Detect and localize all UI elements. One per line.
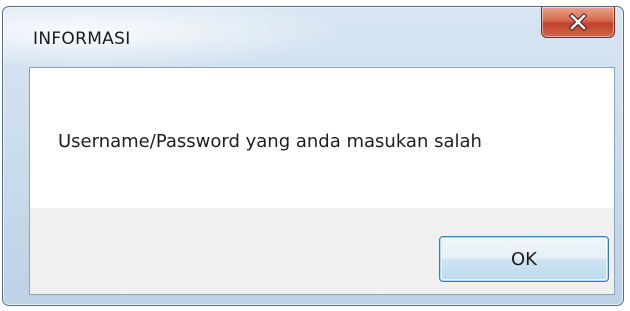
- dialog-window: INFORMASI Username/Password yang anda ma…: [2, 6, 624, 306]
- close-icon: [569, 13, 587, 31]
- dialog-body: Username/Password yang anda masukan sala…: [29, 67, 615, 295]
- message-area: Username/Password yang anda masukan sala…: [30, 68, 614, 208]
- close-button[interactable]: [541, 7, 615, 38]
- dialog-title: INFORMASI: [33, 29, 131, 49]
- message-text: Username/Password yang anda masukan sala…: [58, 131, 482, 152]
- ok-button[interactable]: OK: [439, 236, 609, 282]
